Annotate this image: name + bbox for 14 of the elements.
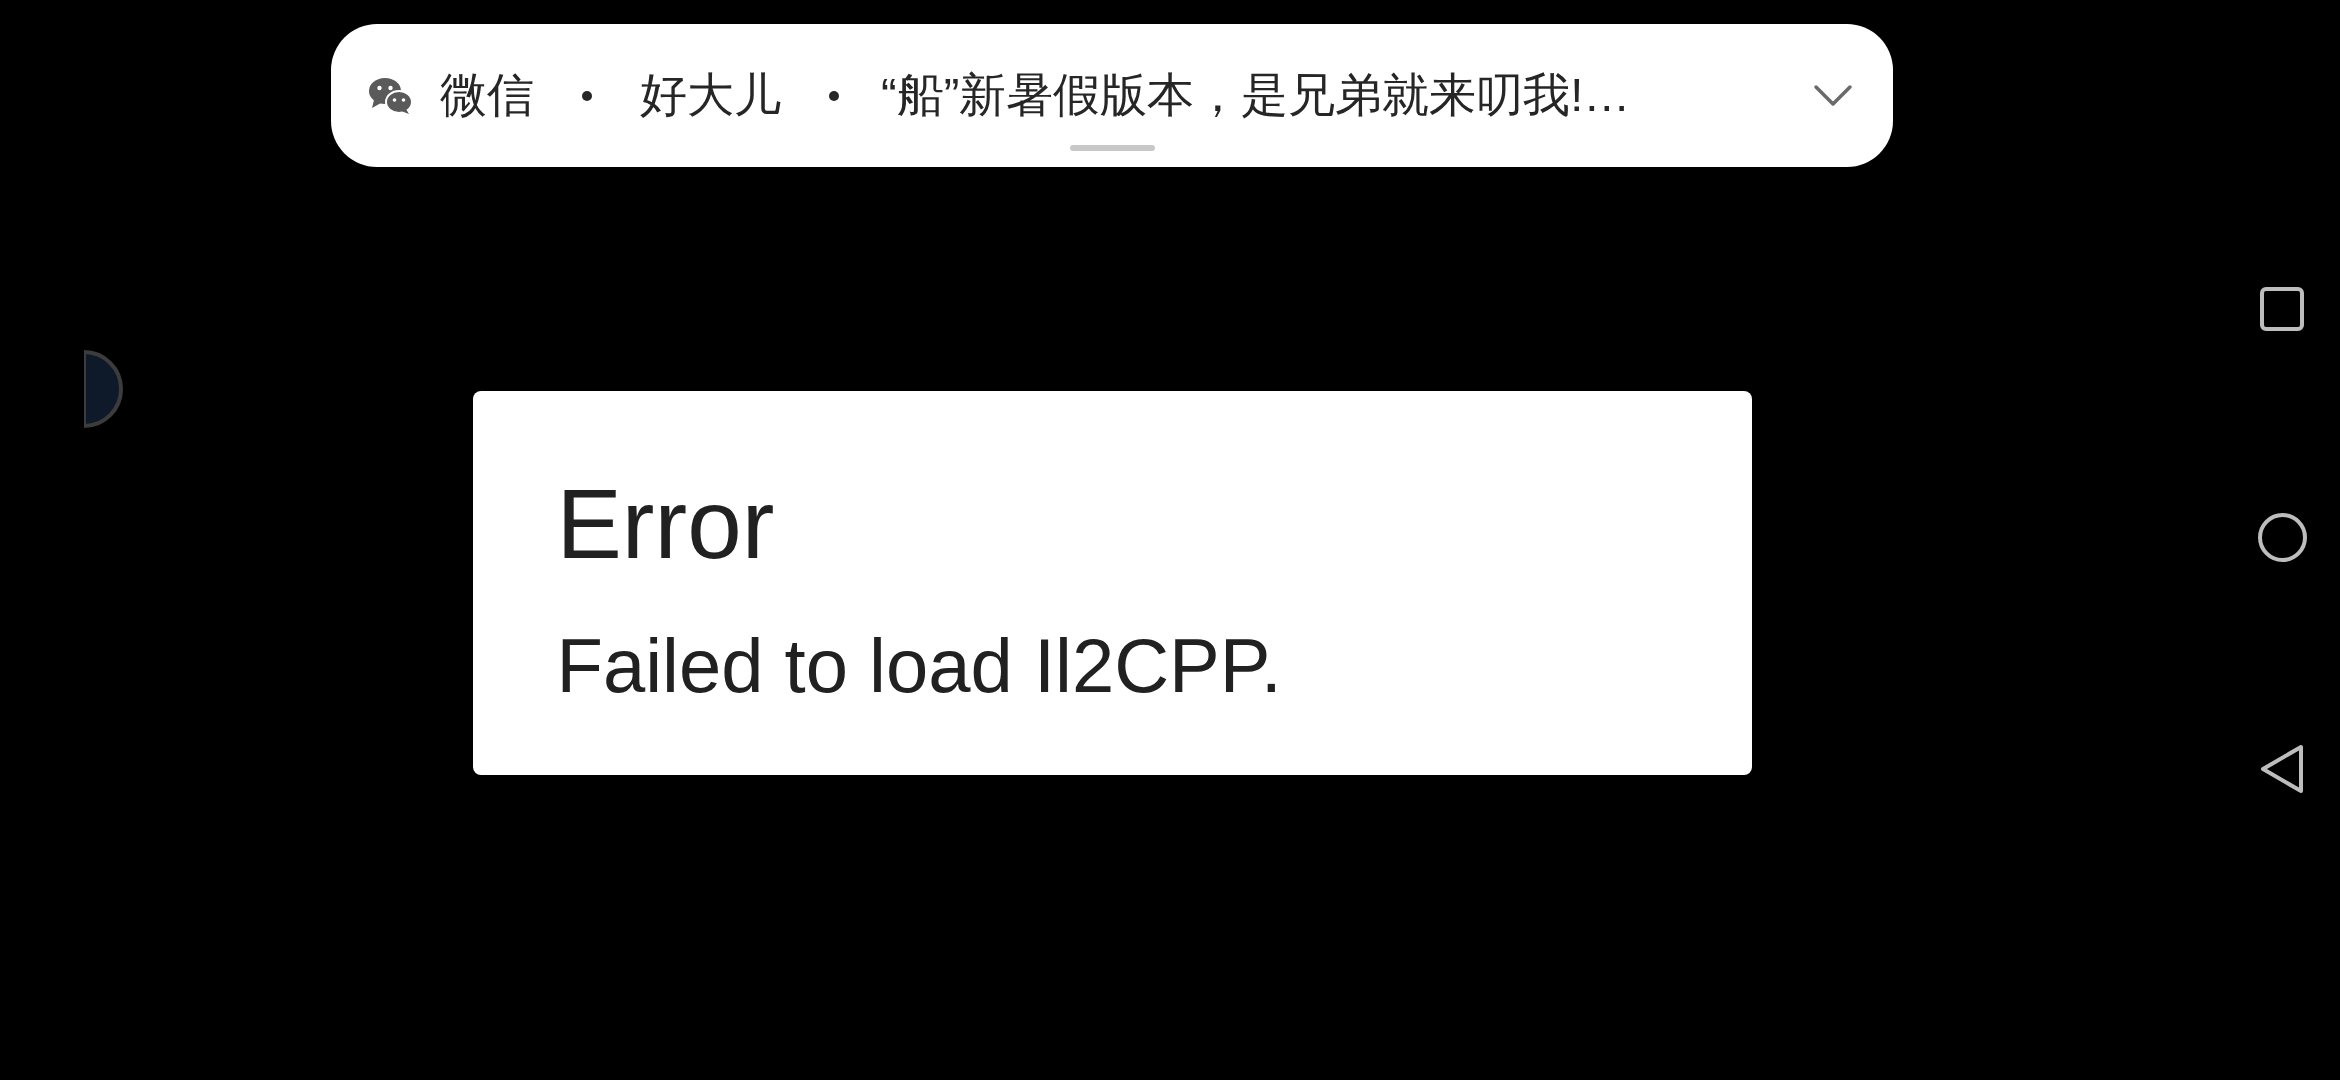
dialog-title: Error <box>556 475 776 573</box>
chevron-down-icon[interactable] <box>1813 83 1853 108</box>
notification-message: “船”新暑假版本，是兄弟就来叨我!… <box>881 67 1631 124</box>
dialog-message: Failed to load Il2CPP. <box>556 628 1283 704</box>
home-icon[interactable] <box>2257 512 2307 562</box>
recents-icon[interactable] <box>2260 286 2304 331</box>
app-name: 微信 <box>440 67 534 124</box>
sender-name: 好大儿 <box>640 67 781 124</box>
notification-banner[interactable]: 微信 好大儿 “船”新暑假版本，是兄弟就来叨我!… <box>331 24 1893 167</box>
drag-handle[interactable] <box>1069 145 1155 151</box>
separator-dot-icon <box>582 90 592 101</box>
separator-dot-icon <box>829 90 839 101</box>
chat-bubbles-icon <box>368 76 413 115</box>
back-icon[interactable] <box>2260 743 2304 794</box>
